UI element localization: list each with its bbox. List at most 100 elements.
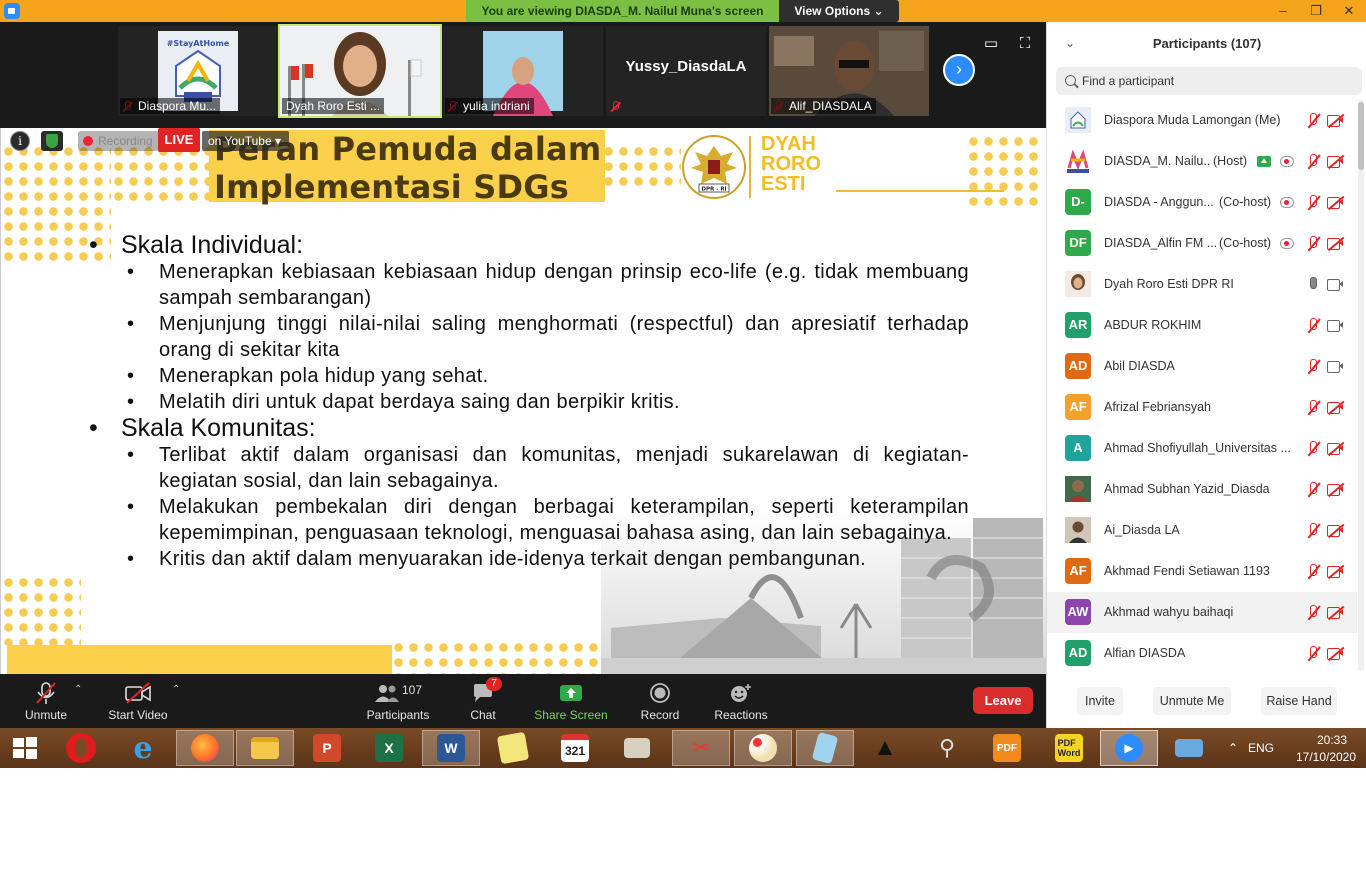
view-options-button[interactable]: View Options ⌄ (779, 0, 899, 22)
sticky-notes-icon[interactable] (484, 730, 542, 766)
video-tile-active-speaker[interactable]: Dyah Roro Esti ... (278, 24, 442, 118)
minimize-icon[interactable]: – (1266, 0, 1300, 22)
live-badge: LIVE (158, 128, 200, 152)
language-indicator[interactable]: ENG (1248, 741, 1274, 755)
video-tile[interactable]: #StayAtHome Diaspora Mu... (118, 26, 278, 116)
share-screen-button[interactable]: Share Screen (534, 680, 608, 722)
raise-hand-button[interactable]: Raise Hand (1261, 687, 1337, 715)
participant-list-scrollbar[interactable] (1358, 100, 1364, 670)
tile-label: Diaspora Mu... (120, 98, 221, 114)
leave-button[interactable]: Leave (973, 687, 1033, 714)
brand-divider (749, 136, 751, 198)
participant-role: (Co-host) (1219, 236, 1272, 250)
brand-logo: DYAH RORO ESTI (761, 134, 821, 194)
participant-row[interactable]: A Ahmad Shofiyullah_Universitas ... (1047, 428, 1357, 469)
video-tile[interactable]: Yussy_DiasdaLA (606, 26, 766, 116)
unmute-me-button[interactable]: Unmute Me (1153, 687, 1231, 715)
participant-row[interactable]: Diaspora Muda Lamongan (Me) (1047, 100, 1357, 141)
powerpoint-icon[interactable]: P (298, 730, 356, 766)
bullet-item: Menerapkan pola hidup yang sehat. (127, 363, 969, 389)
word-icon[interactable]: W (422, 730, 480, 766)
invite-button[interactable]: Invite (1077, 687, 1123, 715)
muted-mic-icon (1305, 564, 1321, 580)
meeting-toolbar: Unmute ⌃ Start Video ⌃ 107 Participants … (0, 674, 1046, 728)
muted-mic-icon (1305, 646, 1321, 662)
participant-row[interactable]: Ahmad Subhan Yazid_Diasda (1047, 469, 1357, 510)
calendar-321-icon[interactable]: 321 (546, 730, 604, 766)
restore-icon[interactable]: ❐ (1300, 0, 1332, 22)
pdf-to-word-icon[interactable]: PDF Word (1040, 730, 1098, 766)
bullet-item: Melakukan pembekalan diri dengan berbaga… (127, 494, 969, 546)
opera-icon[interactable] (52, 730, 110, 766)
video-options-caret-icon[interactable]: ⌃ (172, 684, 180, 695)
file-explorer-icon[interactable] (236, 730, 294, 766)
video-off-icon (1327, 401, 1344, 414)
snipping-tool-icon[interactable]: ✂ (672, 730, 730, 766)
network-computer-icon[interactable] (1160, 730, 1218, 766)
reactions-button[interactable]: Reactions (712, 680, 770, 722)
shared-screen-slide: Peran Pemuda dalam Implementasi SDGs DPR… (0, 128, 1046, 674)
dot-pattern (1, 575, 81, 645)
participant-row[interactable]: DF DIASDA_Alfin FM ... (Co-host) (1047, 223, 1357, 264)
participants-icon (374, 685, 399, 702)
muted-mic-icon (1305, 318, 1321, 334)
video-off-icon (1327, 524, 1344, 537)
participant-row[interactable]: AF Afrizal Febriansyah (1047, 387, 1357, 428)
avatar (1065, 107, 1091, 133)
participant-row[interactable]: D- DIASDA - Anggun... (Co-host) (1047, 182, 1357, 223)
video-tile[interactable]: yulia indriani (443, 26, 603, 116)
inkscape-icon[interactable]: ▲ (856, 730, 914, 766)
participant-row[interactable]: AD Abil DIASDA (1047, 346, 1357, 387)
scrollbar-thumb[interactable] (1358, 102, 1364, 170)
tile-label: Dyah Roro Esti ... (282, 98, 385, 114)
unmute-button[interactable]: Unmute (18, 680, 74, 722)
video-tile[interactable]: Alif_DIASDALA (769, 26, 929, 116)
muted-mic-icon (1305, 523, 1321, 539)
clock-time[interactable]: 20:33 (1300, 733, 1364, 747)
brand-line: DYAH (761, 133, 816, 155)
muted-mic-icon (610, 101, 620, 112)
gallery-view-icon[interactable]: ▭ (982, 36, 1000, 52)
meeting-info-icon[interactable]: i (10, 131, 30, 151)
muted-mic-icon (1305, 359, 1321, 375)
tray-expand-icon[interactable]: ⌃ (1228, 741, 1238, 755)
windows-start-icon[interactable] (0, 730, 50, 766)
video-off-icon (125, 682, 151, 704)
pdf-reader-icon[interactable]: PDF (978, 730, 1036, 766)
video-camera-icon (1327, 319, 1344, 332)
security-shield-icon[interactable] (41, 131, 63, 151)
bullet-item: Menjunjung tinggi nilai-nilai saling men… (127, 311, 969, 363)
avatar: AD (1065, 640, 1091, 666)
muted-mic-icon (1305, 441, 1321, 457)
excel-icon[interactable]: X (360, 730, 418, 766)
participant-name: DIASDA_Alfin FM ... (1104, 236, 1216, 250)
participant-row[interactable]: Dyah Roro Esti DPR RI (1047, 264, 1357, 305)
participant-row[interactable]: AW Akhmad wahyu baihaqi (1047, 592, 1357, 633)
participant-row[interactable]: Ai_Diasda LA (1047, 510, 1357, 551)
participants-button[interactable]: 107 Participants (364, 680, 432, 722)
next-page-button[interactable]: › (943, 54, 975, 86)
participant-row[interactable]: AF Akhmad Fendi Setiawan 1193 (1047, 551, 1357, 592)
participant-row[interactable]: DIASDA_M. Nailu... (Host) (1047, 141, 1357, 182)
notepad-icon[interactable] (796, 730, 854, 766)
internet-explorer-icon[interactable]: e (114, 730, 172, 766)
avatar: AW (1065, 599, 1091, 625)
zoom-logo-icon (4, 3, 20, 19)
book-icon[interactable] (608, 730, 666, 766)
record-button[interactable]: Record (638, 680, 682, 722)
fullscreen-icon[interactable]: ⛶ (1016, 36, 1034, 52)
microscope-icon[interactable]: ⚲ (918, 730, 976, 766)
chat-label: Chat (470, 708, 496, 722)
video-camera-icon (1327, 360, 1344, 373)
zoom-taskbar-icon[interactable]: ▶ (1100, 730, 1158, 766)
participant-row[interactable]: AR ABDUR ROKHIM (1047, 305, 1357, 346)
paint-icon[interactable] (734, 730, 792, 766)
clock-date[interactable]: 17/10/2020 (1288, 750, 1364, 764)
audio-options-caret-icon[interactable]: ⌃ (74, 684, 82, 695)
find-participant-input[interactable] (1056, 67, 1362, 95)
live-youtube-dropdown[interactable]: on YouTube ▾ (202, 131, 289, 151)
start-video-button[interactable]: Start Video (104, 680, 172, 722)
close-icon[interactable]: ✕ (1332, 0, 1366, 22)
firefox-icon[interactable] (176, 730, 234, 766)
participant-row[interactable]: AD Alfian DIASDA (1047, 633, 1357, 670)
